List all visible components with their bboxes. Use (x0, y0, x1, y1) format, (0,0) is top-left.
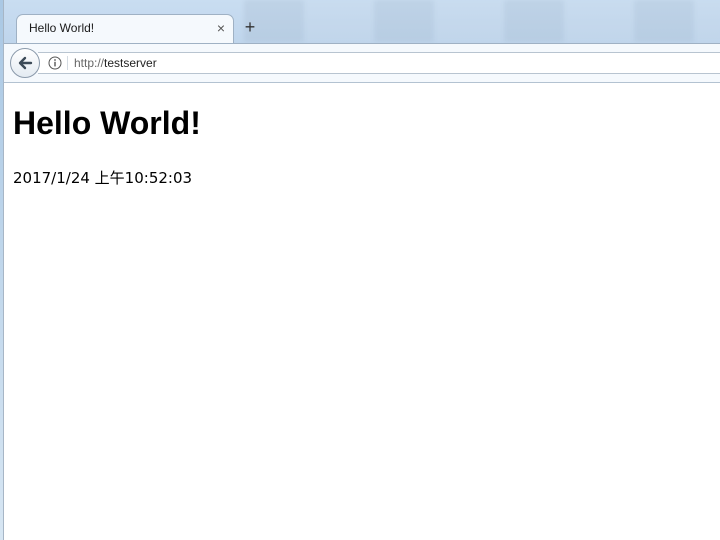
navigation-bar: http://testserver (4, 43, 720, 83)
browser-window: Hello World! × + http://testserver Hello… (3, 0, 720, 540)
back-arrow-icon (18, 56, 33, 70)
page-content: Hello World! 2017/1/24 上午10:52:03 (4, 84, 720, 540)
tab-strip-background (244, 0, 720, 42)
url-scheme: http:// (74, 56, 105, 70)
back-button[interactable] (10, 48, 40, 78)
url-text[interactable]: http://testserver (74, 56, 157, 70)
new-tab-button[interactable]: + (241, 18, 259, 36)
address-bar[interactable]: http://testserver (38, 52, 720, 74)
close-icon[interactable]: × (217, 20, 225, 36)
page-heading: Hello World! (13, 105, 201, 141)
tab-title: Hello World! (29, 21, 95, 35)
url-host: testserver (104, 56, 157, 70)
tab-strip: Hello World! × + (4, 0, 720, 44)
url-divider (67, 56, 68, 70)
tab-hello-world[interactable]: Hello World! × (16, 14, 234, 44)
info-icon[interactable] (48, 56, 62, 70)
page-timestamp: 2017/1/24 上午10:52:03 (13, 169, 193, 187)
